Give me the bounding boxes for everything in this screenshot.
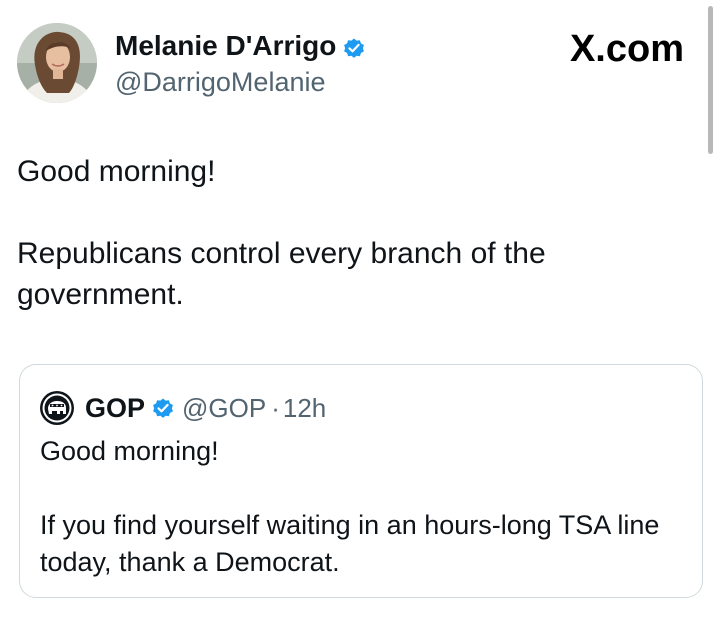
author-name-row[interactable]: Melanie D'Arrigo [115, 29, 366, 63]
verified-badge-icon [342, 34, 366, 58]
author-display-name[interactable]: Melanie D'Arrigo [115, 29, 336, 63]
author-handle[interactable]: @DarrigoMelanie [115, 66, 326, 98]
quoted-display-name[interactable]: GOP [85, 391, 145, 425]
quoted-tweet-card[interactable]: GOP @GOP · 12h Good morning! If you find… [19, 364, 703, 598]
quoted-tweet-text: Good morning! If you find yourself waiti… [40, 436, 660, 577]
quoted-timestamp[interactable]: 12h [283, 391, 326, 425]
quoted-tweet-header: GOP @GOP · 12h [39, 391, 326, 425]
tweet-text: Good morning! Republicans control every … [17, 155, 546, 311]
gop-elephant-logo-icon[interactable] [39, 390, 75, 426]
scrollbar[interactable] [708, 6, 713, 154]
author-avatar[interactable] [17, 23, 97, 103]
verified-badge-icon [151, 396, 175, 420]
site-label: X.com [569, 28, 684, 70]
quoted-handle[interactable]: @GOP [182, 391, 266, 425]
separator-dot: · [271, 393, 280, 423]
